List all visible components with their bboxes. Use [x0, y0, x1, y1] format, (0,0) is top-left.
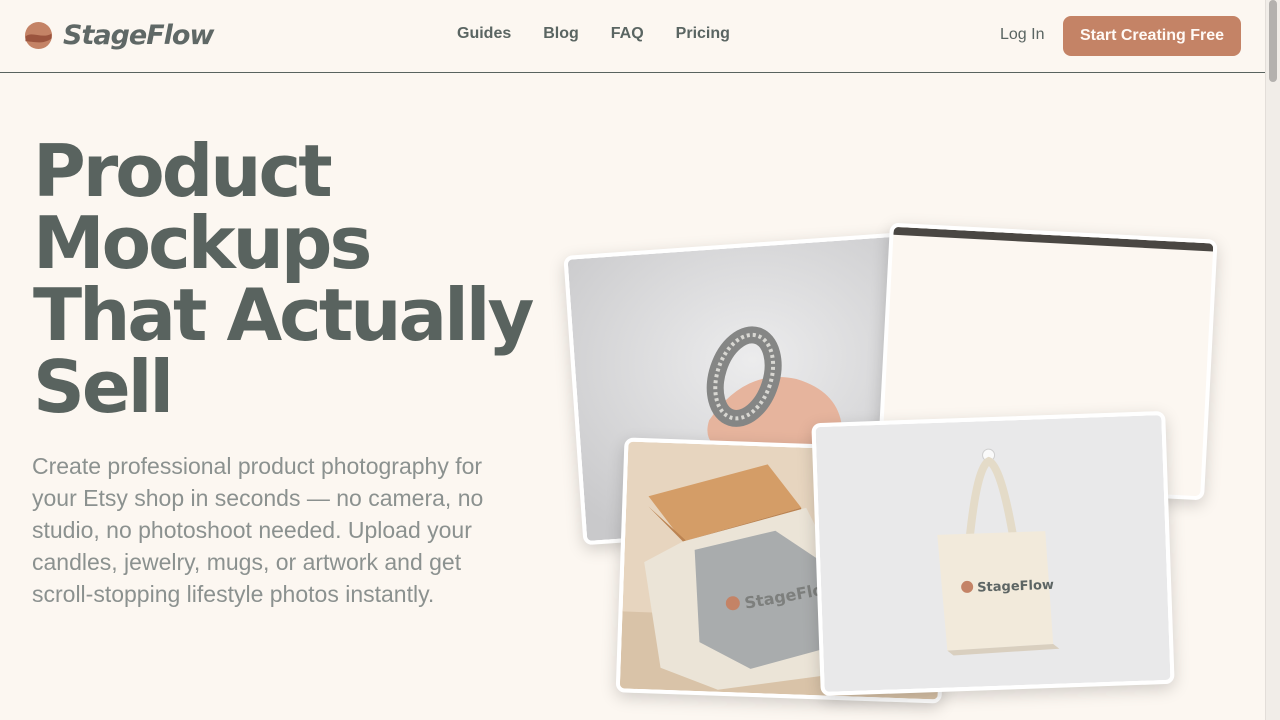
tote-bag-photo-graphic: StageFlow — [815, 415, 1171, 692]
nav-link-pricing[interactable]: Pricing — [676, 25, 730, 43]
top-navbar: StageFlow Guides Blog FAQ Pricing Log In… — [0, 0, 1266, 73]
nav-link-faq[interactable]: FAQ — [611, 25, 644, 43]
page-scrollbar[interactable] — [1265, 0, 1280, 720]
brand-name: StageFlow — [63, 20, 214, 51]
tote-bag-print-text: StageFlow — [977, 578, 1054, 596]
login-link[interactable]: Log In — [1000, 26, 1044, 44]
start-creating-button[interactable]: Start Creating Free — [1063, 16, 1241, 56]
tote-bag-mockup-photo: StageFlow — [811, 410, 1175, 697]
hero-title-line-3: That Actually — [33, 273, 534, 357]
logo-icon — [24, 21, 53, 50]
brand-logo[interactable]: StageFlow — [24, 20, 214, 51]
hero-title-line-4: Sell — [33, 345, 174, 429]
hero-title-line-2: Mockups — [33, 201, 372, 285]
nav-link-blog[interactable]: Blog — [543, 25, 579, 43]
hero-title-line-1: Product — [33, 129, 333, 213]
hero-subtitle: Create professional product photography … — [32, 453, 484, 607]
hero-title: Product Mockups That Actually Sell — [33, 135, 553, 423]
scrollbar-thumb[interactable] — [1269, 0, 1277, 82]
nav-link-guides[interactable]: Guides — [457, 25, 511, 43]
main-nav: Guides Blog FAQ Pricing — [457, 25, 762, 43]
